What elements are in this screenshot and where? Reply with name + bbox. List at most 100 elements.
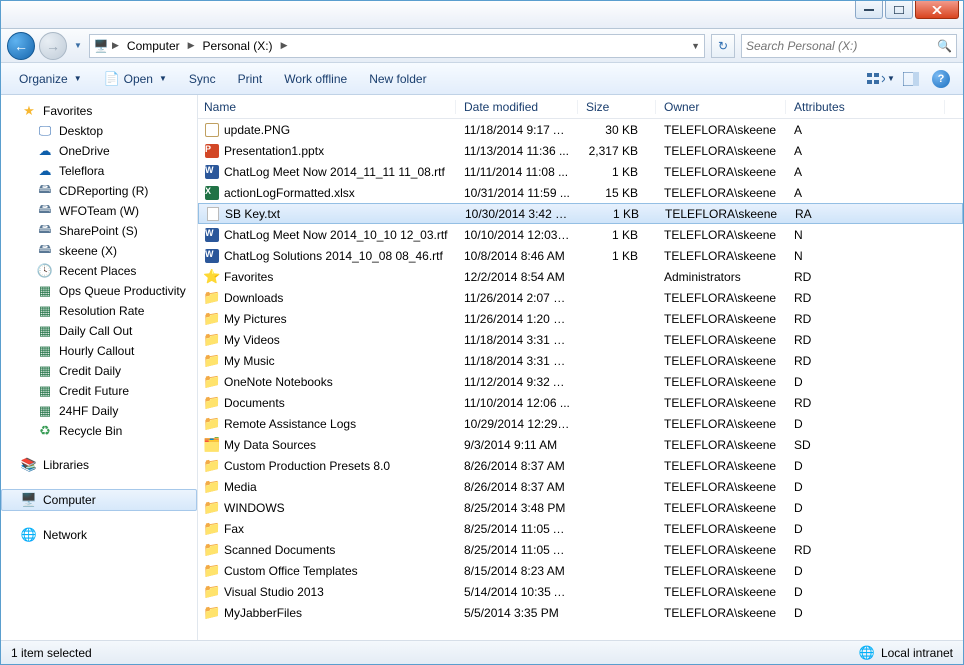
favorites-group: ★ Favorites 🖵Desktop☁OneDrive☁Teleflora🖴… (1, 101, 197, 441)
file-row[interactable]: PPresentation1.pptx11/13/2014 11:36 ...2… (198, 140, 963, 161)
file-row[interactable]: 📁Custom Production Presets 8.08/26/2014 … (198, 455, 963, 476)
work-offline-button[interactable]: Work offline (274, 68, 357, 90)
file-row[interactable]: ⭐Favorites12/2/2014 8:54 AMAdministrator… (198, 266, 963, 287)
cloud-icon: ☁ (37, 143, 53, 159)
sidebar-item[interactable]: ▦Resolution Rate (1, 301, 197, 321)
sheet-icon: ▦ (37, 383, 53, 399)
file-row[interactable]: XactionLogFormatted.xlsx10/31/2014 11:59… (198, 182, 963, 203)
file-attributes: RD (786, 333, 963, 347)
new-folder-button[interactable]: New folder (359, 68, 436, 90)
file-row[interactable]: 📁Remote Assistance Logs10/29/2014 12:29 … (198, 413, 963, 434)
file-size: 1 KB (578, 165, 656, 179)
breadcrumb-part[interactable]: Computer (121, 39, 186, 53)
chevron-right-icon[interactable]: ▶ (279, 40, 290, 51)
column-header-owner[interactable]: Owner (656, 100, 786, 114)
sidebar-item[interactable]: 🖴WFOTeam (W) (1, 201, 197, 221)
favorites-header[interactable]: ★ Favorites (1, 101, 197, 121)
file-row[interactable]: 📁Downloads11/26/2014 2:07 PMTELEFLORA\sk… (198, 287, 963, 308)
navigation-pane: ★ Favorites 🖵Desktop☁OneDrive☁Teleflora🖴… (1, 95, 198, 640)
file-row[interactable]: 📁Documents11/10/2014 12:06 ...TELEFLORA\… (198, 392, 963, 413)
file-name: Scanned Documents (224, 543, 335, 557)
forward-button[interactable]: → (39, 32, 67, 60)
search-icon[interactable]: 🔍 (937, 39, 952, 53)
file-row[interactable]: update.PNG11/18/2014 9:17 AM30 KBTELEFLO… (198, 119, 963, 140)
file-row[interactable]: 📁My Videos11/18/2014 3:31 PMTELEFLORA\sk… (198, 329, 963, 350)
column-header-size[interactable]: Size (578, 100, 656, 114)
sidebar-item[interactable]: ▦24HF Daily (1, 401, 197, 421)
sidebar-item[interactable]: 🖴skeene (X) (1, 241, 197, 261)
file-row[interactable]: 📁Scanned Documents8/25/2014 11:05 AMTELE… (198, 539, 963, 560)
computer-header[interactable]: 🖥️ Computer (1, 489, 197, 511)
column-header-date[interactable]: Date modified (456, 100, 578, 114)
history-dropdown[interactable]: ▼ (71, 41, 85, 50)
folder-icon: 📁 (204, 563, 220, 579)
sidebar-item-label: Credit Daily (59, 364, 121, 378)
computer-label: Computer (43, 493, 96, 507)
open-button[interactable]: 📄Open▼ (94, 67, 177, 91)
sidebar-item[interactable]: ▦Credit Daily (1, 361, 197, 381)
column-headers: Name Date modified Size Owner Attributes (198, 95, 963, 119)
sheet-icon: ▦ (37, 343, 53, 359)
search-box[interactable]: 🔍 (741, 34, 957, 58)
libraries-header[interactable]: 📚 Libraries (1, 455, 197, 475)
chevron-right-icon[interactable]: ▶ (110, 40, 121, 51)
print-button[interactable]: Print (228, 68, 273, 90)
file-owner: TELEFLORA\skeene (656, 417, 786, 431)
maximize-button[interactable] (885, 1, 913, 19)
sidebar-item[interactable]: ☁Teleflora (1, 161, 197, 181)
column-header-name[interactable]: Name (198, 100, 456, 114)
sidebar-item[interactable]: 🕓Recent Places (1, 261, 197, 281)
search-input[interactable] (746, 39, 937, 53)
sync-button[interactable]: Sync (179, 68, 226, 90)
sidebar-item[interactable]: ▦Daily Call Out (1, 321, 197, 341)
file-row[interactable]: WChatLog Solutions 2014_10_08 08_46.rtf1… (198, 245, 963, 266)
chevron-down-icon: ▼ (885, 74, 895, 83)
file-date: 10/29/2014 12:29 ... (456, 417, 578, 431)
file-row[interactable]: 📁MyJabberFiles5/5/2014 3:35 PMTELEFLORA\… (198, 602, 963, 623)
sidebar-item[interactable]: 🖵Desktop (1, 121, 197, 141)
file-row[interactable]: WChatLog Meet Now 2014_11_11 11_08.rtf11… (198, 161, 963, 182)
sidebar-item[interactable]: ▦Ops Queue Productivity (1, 281, 197, 301)
file-row[interactable]: 🗂️My Data Sources9/3/2014 9:11 AMTELEFLO… (198, 434, 963, 455)
chevron-right-icon[interactable]: ▶ (186, 40, 197, 51)
file-row[interactable]: 📁Custom Office Templates8/15/2014 8:23 A… (198, 560, 963, 581)
sidebar-item[interactable]: ☁OneDrive (1, 141, 197, 161)
drive-icon: 🖴 (37, 243, 53, 259)
file-row[interactable]: WChatLog Meet Now 2014_10_10 12_03.rtf10… (198, 224, 963, 245)
content-area: Name Date modified Size Owner Attributes… (198, 95, 963, 640)
file-row[interactable]: 📁My Music11/18/2014 3:31 PMTELEFLORA\ske… (198, 350, 963, 371)
file-row[interactable]: 📁Visual Studio 20135/14/2014 10:35 AMTEL… (198, 581, 963, 602)
preview-pane-button[interactable] (897, 68, 925, 90)
network-header[interactable]: 🌐 Network (1, 525, 197, 545)
address-dropdown[interactable]: ▼ (689, 41, 702, 51)
file-row[interactable]: 📁My Pictures11/26/2014 1:20 PMTELEFLORA\… (198, 308, 963, 329)
sheet-icon: ▦ (37, 323, 53, 339)
file-owner: TELEFLORA\skeene (656, 501, 786, 515)
back-button[interactable]: ← (7, 32, 35, 60)
sidebar-item[interactable]: ▦Hourly Callout (1, 341, 197, 361)
file-owner: TELEFLORA\skeene (656, 291, 786, 305)
refresh-button[interactable]: ↻ (711, 34, 735, 58)
sidebar-item[interactable]: ♻Recycle Bin (1, 421, 197, 441)
file-name: Presentation1.pptx (224, 144, 324, 158)
minimize-button[interactable] (855, 1, 883, 19)
close-button[interactable] (915, 1, 959, 19)
file-attributes: D (786, 606, 963, 620)
file-row[interactable]: 📁Media8/26/2014 8:37 AMTELEFLORA\skeeneD (198, 476, 963, 497)
sidebar-item[interactable]: ▦Credit Future (1, 381, 197, 401)
view-options-button[interactable]: ▼ (867, 68, 895, 90)
file-list[interactable]: update.PNG11/18/2014 9:17 AM30 KBTELEFLO… (198, 119, 963, 640)
file-date: 11/26/2014 1:20 PM (456, 312, 578, 326)
file-row[interactable]: 📁OneNote Notebooks11/12/2014 9:32 AMTELE… (198, 371, 963, 392)
sidebar-item[interactable]: 🖴SharePoint (S) (1, 221, 197, 241)
column-header-attributes[interactable]: Attributes (786, 100, 945, 114)
address-bar[interactable]: 🖥️ ▶ Computer ▶ Personal (X:) ▶ ▼ (89, 34, 705, 58)
file-row[interactable]: SB Key.txt10/30/2014 3:42 PM1 KBTELEFLOR… (198, 203, 963, 224)
organize-button[interactable]: Organize▼ (9, 68, 92, 90)
breadcrumb-part[interactable]: Personal (X:) (197, 39, 279, 53)
file-size: 1 KB (578, 249, 656, 263)
file-row[interactable]: 📁WINDOWS8/25/2014 3:48 PMTELEFLORA\skeen… (198, 497, 963, 518)
file-row[interactable]: 📁Fax8/25/2014 11:05 AMTELEFLORA\skeeneD (198, 518, 963, 539)
sidebar-item[interactable]: 🖴CDReporting (R) (1, 181, 197, 201)
help-button[interactable]: ? (927, 68, 955, 90)
